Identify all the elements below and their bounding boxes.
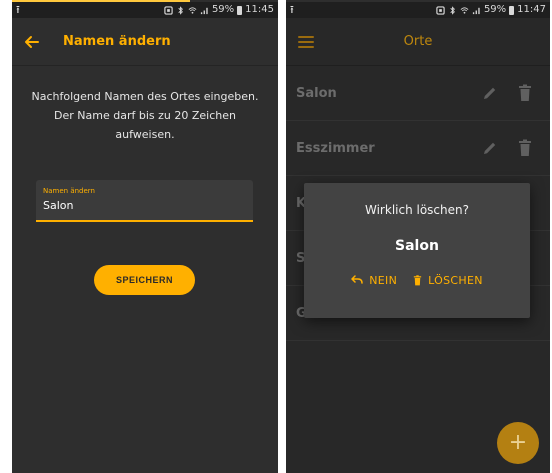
arrow-left-icon[interactable] <box>22 32 42 52</box>
add-place-button[interactable]: + <box>497 422 539 464</box>
places-screen: ⭱ 59% 11:47 Orte Salon Esszimmer K S G W… <box>286 0 550 473</box>
upload-arrow-icon: ⭱ <box>290 3 294 16</box>
nfc-icon <box>436 5 445 15</box>
clock: 11:45 <box>245 4 274 15</box>
dialog-item-name: Salon <box>395 238 439 254</box>
dialog-actions: NEIN LÖSCHEN <box>304 271 530 289</box>
name-input[interactable] <box>43 199 243 212</box>
name-field[interactable]: Namen ändern <box>36 180 253 222</box>
page-title: Namen ändern <box>63 34 171 49</box>
delete-confirm-dialog: Wirklich löschen? Salon NEIN LÖSCHEN <box>304 183 530 318</box>
trash-icon <box>413 274 422 285</box>
no-button[interactable]: NEIN <box>351 271 397 289</box>
battery-icon <box>509 5 515 15</box>
wifi-icon <box>188 6 197 14</box>
app-bar: Namen ändern <box>12 18 278 66</box>
battery-icon <box>237 5 243 15</box>
status-bar: ⭱ 59% 11:45 <box>12 2 278 18</box>
plus-icon: + <box>508 430 528 455</box>
bluetooth-icon <box>450 5 455 15</box>
wifi-icon <box>460 6 469 14</box>
name-field-label: Namen ändern <box>43 187 95 195</box>
battery-percent: 59% <box>483 4 507 15</box>
undo-icon <box>351 275 364 284</box>
delete-button[interactable]: LÖSCHEN <box>413 271 483 289</box>
instructions-text: Nachfolgend Namen des Ortes eingeben. De… <box>31 90 259 141</box>
rename-screen: ⭱ 59% 11:45 Namen ändern Nachfolgend Nam… <box>12 0 278 473</box>
clock: 11:47 <box>517 4 546 15</box>
signal-icon <box>472 7 480 14</box>
signal-icon <box>200 7 208 14</box>
save-button[interactable]: SPEICHERN <box>94 265 195 295</box>
battery-percent: 59% <box>211 4 235 15</box>
bluetooth-icon <box>178 5 183 15</box>
upload-arrow-icon: ⭱ <box>16 3 20 16</box>
delete-button-label: LÖSCHEN <box>428 273 483 287</box>
no-button-label: NEIN <box>369 273 398 287</box>
dialog-question: Wirklich löschen? <box>365 203 469 217</box>
status-bar: ⭱ 59% 11:47 <box>286 2 550 18</box>
nfc-icon <box>164 5 173 15</box>
